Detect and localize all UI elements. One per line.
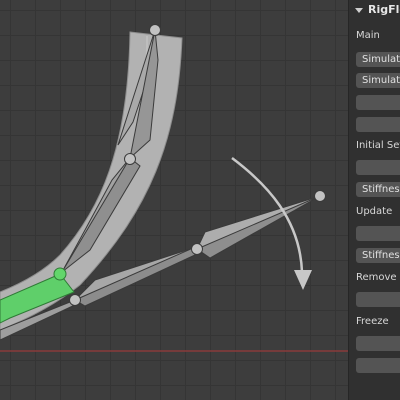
collapse-caret-icon[interactable]: [355, 8, 363, 13]
active-bone-head-joint[interactable]: [53, 267, 67, 281]
simulation-button-2[interactable]: Simulati: [356, 73, 400, 88]
initial-setup-button-1[interactable]: [356, 160, 400, 175]
freeze-button-2[interactable]: [356, 358, 400, 373]
stiffness-button-1[interactable]: Stiffnes: [356, 182, 400, 197]
scene: [0, 24, 348, 352]
section-remove-label: Remove: [356, 272, 397, 283]
bone-lower-2-side: [195, 195, 321, 259]
main-button-4[interactable]: [356, 117, 400, 132]
bone-middle-joint[interactable]: [124, 153, 136, 165]
section-main-label: Main: [356, 30, 380, 41]
main-button-3[interactable]: [356, 95, 400, 110]
section-update-label: Update: [356, 206, 393, 217]
rotation-arrow-head-icon: [294, 270, 312, 290]
panel-title: RigFlex: [368, 3, 400, 16]
stiffness-button-2[interactable]: Stiffnes: [356, 248, 400, 263]
bone-tip-joint[interactable]: [149, 24, 161, 36]
simulation-button-1[interactable]: Simulati: [356, 52, 400, 67]
remove-button[interactable]: [356, 292, 400, 307]
bone-lower-tip-joint[interactable]: [314, 190, 326, 202]
bone-root-joint[interactable]: [69, 294, 81, 306]
panel-header[interactable]: RigFlex: [349, 0, 400, 22]
freeze-button-1[interactable]: [356, 336, 400, 351]
3d-viewport[interactable]: [0, 0, 348, 400]
bone-lower-middle-joint[interactable]: [191, 243, 203, 255]
update-button-1[interactable]: [356, 226, 400, 241]
section-freeze-label: Freeze: [356, 316, 389, 327]
section-initial-setup-label: Initial Setu: [356, 140, 400, 151]
rigflex-panel: RigFlex Main Simulati Simulati Initial S…: [348, 0, 400, 400]
